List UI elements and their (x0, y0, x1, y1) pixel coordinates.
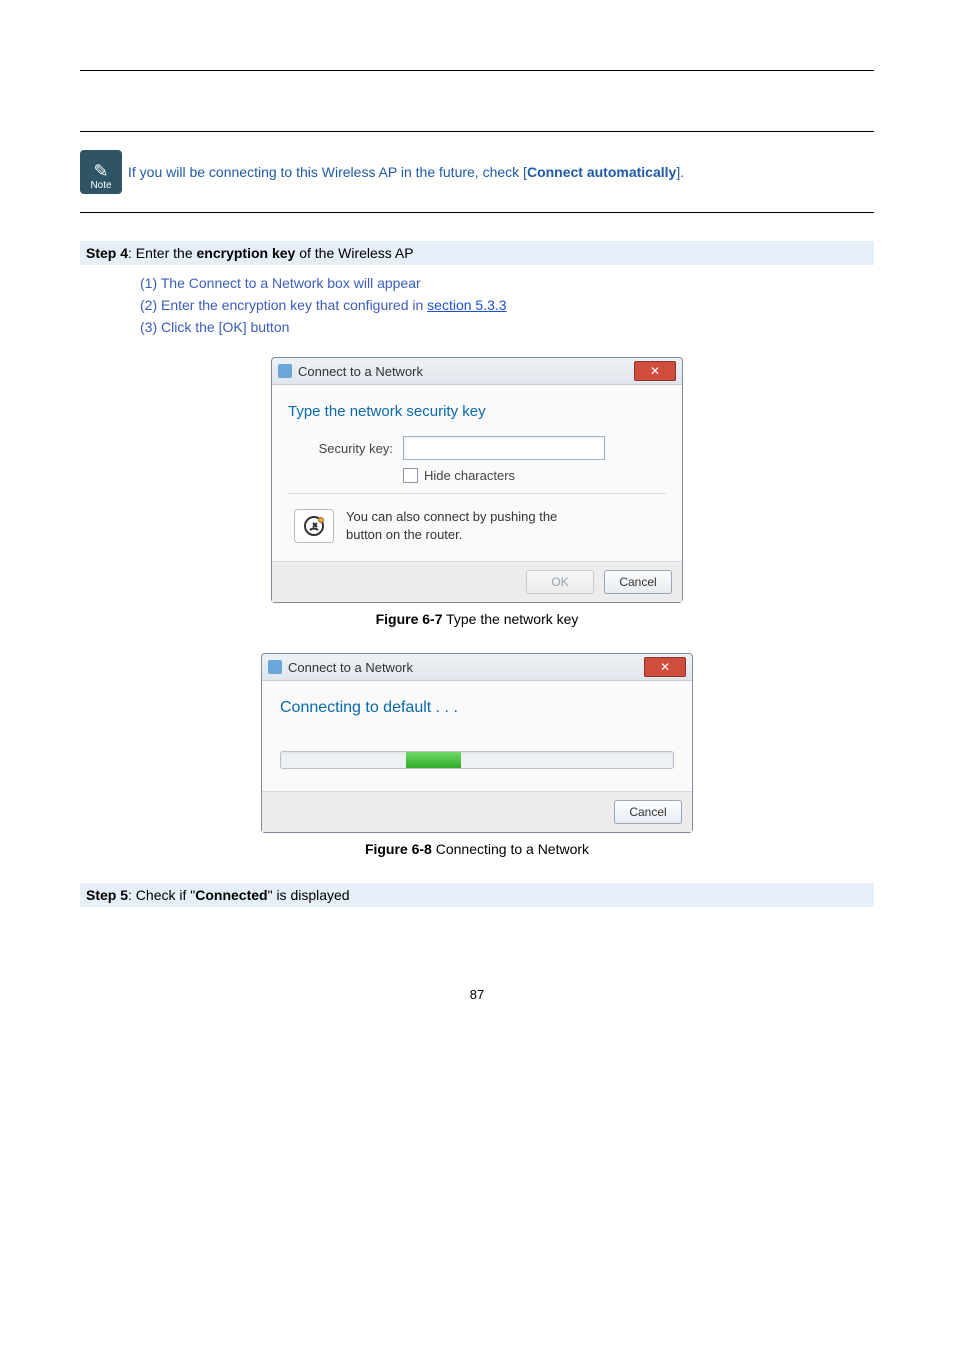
dialog2-app-icon (268, 660, 282, 674)
dialog2-body: Connecting to default . . . (262, 681, 692, 791)
wps-hint-row: You can also connect by pushing the butt… (288, 504, 666, 551)
dialog2-titlebar: Connect to a Network ✕ (262, 654, 692, 681)
figure-6-8-caption: Figure 6-8 Connecting to a Network (80, 841, 874, 857)
dialog2-title: Connect to a Network (288, 660, 413, 675)
step4-item-1: (1) The Connect to a Network box will ap… (140, 275, 874, 291)
step4-mid: : Enter the (128, 245, 196, 261)
dialog2-footer: Cancel (262, 791, 692, 832)
wps-hint-line1: You can also connect by pushing the (346, 509, 557, 524)
figure-6-7-rest: Type the network key (442, 611, 578, 627)
link-section-5-3-3[interactable]: section 5.3.3 (427, 297, 506, 313)
dialog1-heading: Type the network security key (288, 403, 666, 420)
hide-characters-label: Hide characters (424, 468, 515, 483)
note-text: If you will be connecting to this Wirele… (128, 164, 684, 180)
top-rule (80, 70, 874, 71)
step4-bar: Step 4: Enter the encryption key of the … (80, 241, 874, 265)
note-text-pre: If you will be connecting to this Wirele… (128, 164, 527, 180)
connecting-progressbar (280, 751, 674, 769)
security-key-input[interactable] (403, 436, 605, 460)
figure-6-7-label: Figure 6-7 (376, 611, 443, 627)
note-icon: ✎ Note (80, 150, 122, 194)
step5-bar: Step 5: Check if "Connected" is displaye… (80, 883, 874, 907)
dialog1-body: Type the network security key Security k… (272, 385, 682, 561)
figure-6-8-rest: Connecting to a Network (432, 841, 589, 857)
step4-post: of the Wireless AP (295, 245, 413, 261)
cancel-button[interactable]: Cancel (614, 800, 682, 824)
figure-6-7-wrap: Connect to a Network ✕ Type the network … (80, 357, 874, 603)
note-block: ✎ Note If you will be connecting to this… (80, 131, 874, 213)
dialog1-title: Connect to a Network (298, 364, 423, 379)
security-key-row: Security key: (288, 436, 666, 460)
ok-button[interactable]: OK (526, 570, 594, 594)
progress-fill (406, 752, 461, 768)
close-icon[interactable]: ✕ (634, 361, 676, 381)
dialog1-app-icon (278, 364, 292, 378)
dialog2-heading: Connecting to default . . . (280, 699, 676, 717)
figure-6-8-label: Figure 6-8 (365, 841, 432, 857)
step5-post: " is displayed (268, 887, 350, 903)
step5-label: Step 5 (86, 887, 128, 903)
cancel-button[interactable]: Cancel (604, 570, 672, 594)
step4-bold: encryption key (197, 245, 296, 261)
note-text-post: ]. (676, 164, 684, 180)
step4-item-2: (2) Enter the encryption key that config… (140, 297, 874, 313)
step5-bold: Connected (195, 887, 267, 903)
figure-6-8-wrap: Connect to a Network ✕ Connecting to def… (80, 653, 874, 833)
step4-body: (1) The Connect to a Network box will ap… (80, 275, 874, 335)
wps-icon (294, 509, 334, 543)
dialog1-separator (288, 493, 666, 494)
note-icon-label: Note (90, 180, 111, 191)
page-number: 87 (80, 987, 874, 1002)
security-key-label: Security key: (288, 441, 393, 456)
step4-item-3: (3) Click the [OK] button (140, 319, 874, 335)
step5-mid: : Check if " (128, 887, 195, 903)
wps-hint-line2: button on the router. (346, 527, 462, 542)
step4-item-2-pre: (2) Enter the encryption key that config… (140, 297, 427, 313)
hide-characters-checkbox[interactable] (403, 468, 418, 483)
dialog-connecting: Connect to a Network ✕ Connecting to def… (261, 653, 693, 833)
note-text-bold: Connect automatically (527, 164, 676, 180)
wps-hint-text: You can also connect by pushing the butt… (346, 508, 557, 543)
dialog1-footer: OK Cancel (272, 561, 682, 602)
dialog-security-key: Connect to a Network ✕ Type the network … (271, 357, 683, 603)
dialog1-titlebar: Connect to a Network ✕ (272, 358, 682, 385)
close-icon[interactable]: ✕ (644, 657, 686, 677)
note-glyph-icon: ✎ (93, 162, 108, 180)
step4-label: Step 4 (86, 245, 128, 261)
figure-6-7-caption: Figure 6-7 Type the network key (80, 611, 874, 627)
hide-characters-row: Hide characters (403, 468, 666, 483)
